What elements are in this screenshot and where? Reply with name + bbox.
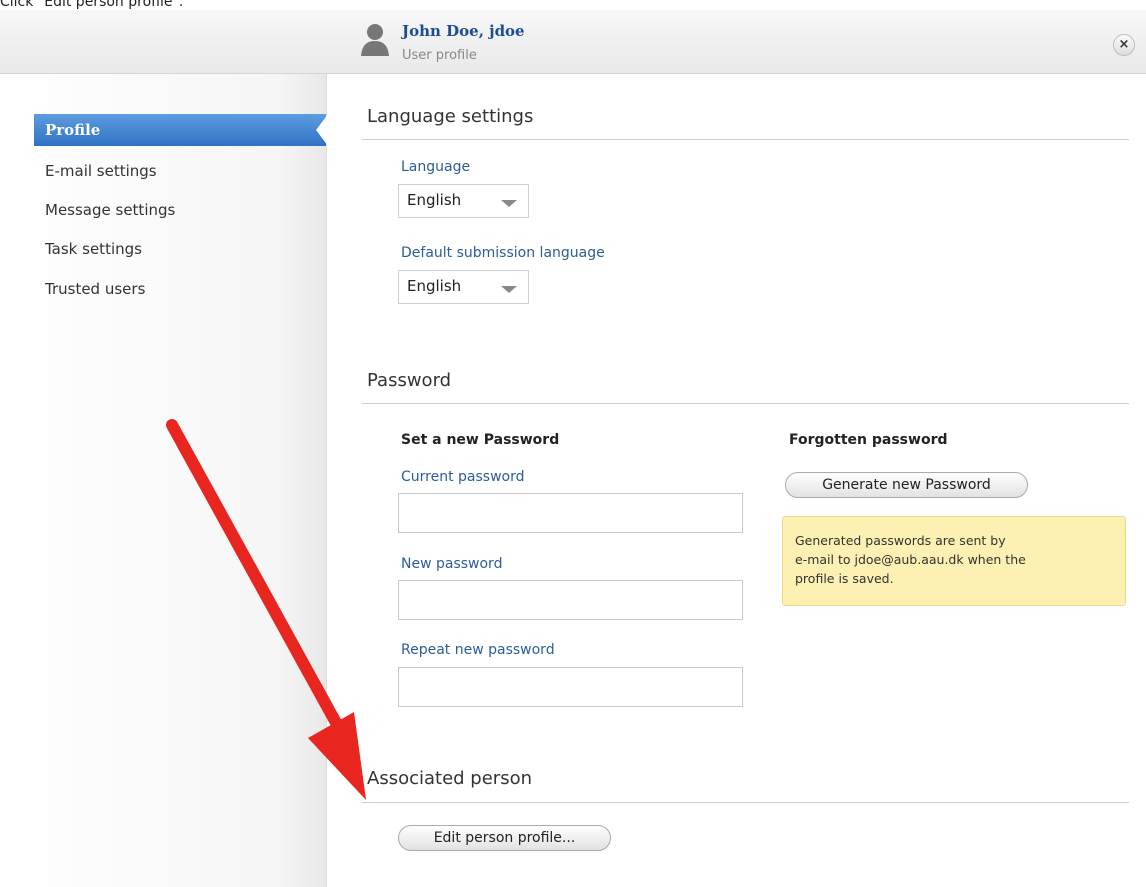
annotation-arrow-icon: [166, 419, 366, 800]
